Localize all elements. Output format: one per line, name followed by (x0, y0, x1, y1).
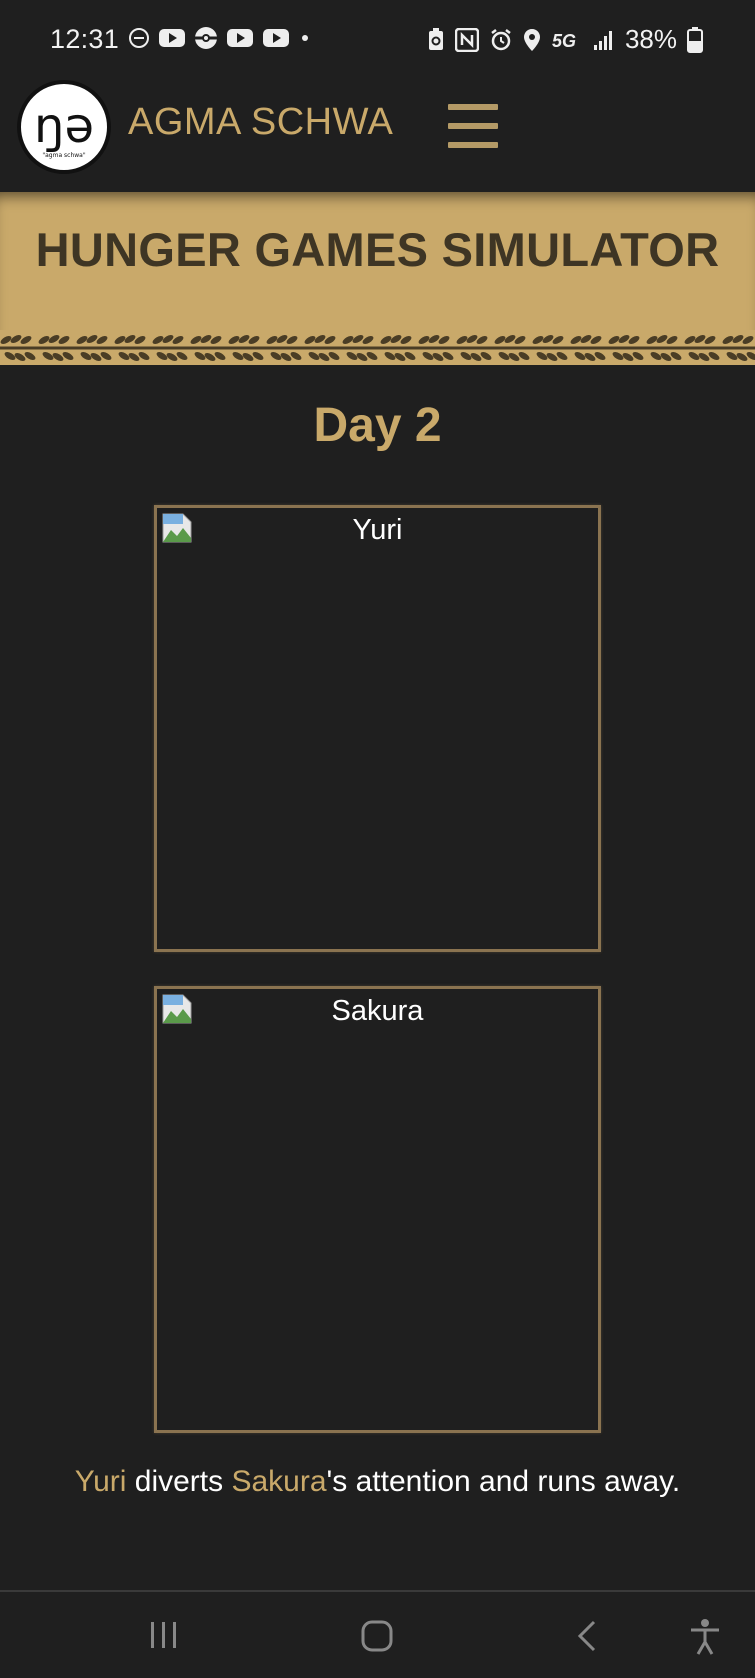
recents-icon[interactable] (148, 1618, 180, 1652)
site-name[interactable]: AGMA SCHWA (128, 101, 393, 144)
youtube-icon (159, 29, 185, 47)
event-description: Yuri diverts Sakura's attention and runs… (0, 1465, 755, 1499)
svg-text:5G: 5G (552, 31, 576, 51)
system-icons: 5G 38% (427, 24, 703, 55)
tribute-image-frame: Yuri (154, 505, 601, 952)
android-navigation-bar (0, 1590, 755, 1678)
hamburger-icon (448, 104, 498, 110)
battery-icon (687, 26, 703, 53)
signal-icon (593, 30, 612, 50)
logo-glyph: ŋə (34, 97, 94, 154)
home-icon[interactable] (359, 1618, 395, 1654)
laurel-border-decoration (0, 330, 755, 365)
nfc-icon (454, 27, 479, 52)
back-icon[interactable] (574, 1618, 600, 1654)
day-heading: Day 2 (313, 399, 442, 452)
tribute-image-frame: Sakura (154, 986, 601, 1433)
status-time: 12:31 (50, 24, 120, 54)
youtube-icon (227, 29, 253, 47)
dot-icon (302, 35, 308, 41)
battery-percent: 38% (624, 24, 677, 54)
status-bar: 12:31 5G 38% (0, 0, 755, 84)
notification-icons (128, 26, 312, 50)
tribute-image-alt: Sakura (331, 995, 424, 1027)
event-text-part: 's attention and runs away. (326, 1465, 681, 1498)
tribute-name-target: Sakura (231, 1465, 327, 1498)
tribute-name-actor: Yuri (74, 1465, 127, 1498)
hamburger-menu-button[interactable] (448, 104, 498, 148)
event-text-part: diverts (126, 1465, 232, 1498)
pokeball-icon (195, 27, 217, 49)
accessibility-icon[interactable] (688, 1618, 722, 1656)
youtube-icon (263, 29, 289, 47)
site-logo[interactable]: ŋə "agma schwa" (17, 80, 111, 174)
alarm-icon (491, 28, 511, 50)
location-icon (523, 28, 540, 51)
page-title: HUNGER GAMES SIMULATOR (35, 223, 720, 276)
page-banner: HUNGER GAMES SIMULATOR (0, 192, 755, 365)
logo-subtitle: "agma schwa" (42, 151, 86, 159)
battery-saver-icon (428, 27, 443, 50)
do-not-disturb-icon (129, 28, 149, 48)
5g-icon: 5G (552, 31, 576, 51)
tribute-image-alt: Yuri (352, 514, 403, 546)
